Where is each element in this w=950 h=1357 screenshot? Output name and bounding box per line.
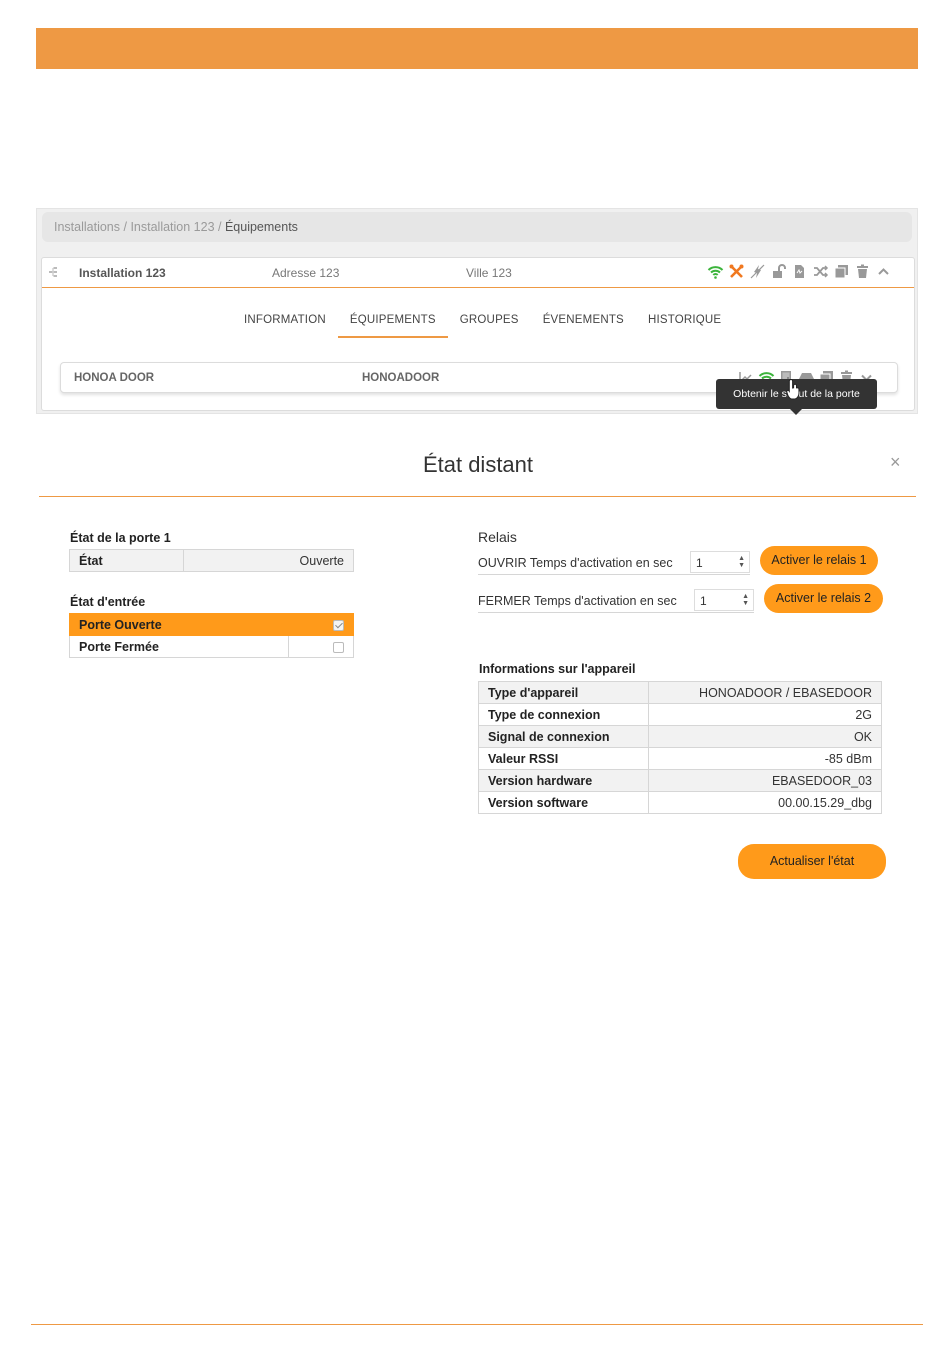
installation-panel: Installation 123 Adresse 123 Ville 123 I… (41, 257, 915, 415)
modal-title: État distant (422, 452, 534, 477)
tab-bar: INFORMATION ÉQUIPEMENTS GROUPES ÉVENEMEN… (232, 308, 733, 338)
activate-relay-2-button[interactable]: Activer le relais 2 (764, 584, 883, 613)
installation-header[interactable]: Installation 123 Adresse 123 Ville 123 (42, 258, 914, 288)
info-key: Version software (477, 791, 650, 814)
relay-close-value: 1 (700, 594, 707, 608)
relay-open-stepper[interactable]: 1 ▲ ▼ (690, 551, 750, 573)
relay-close-stepper[interactable]: 1 ▲ ▼ (694, 589, 754, 611)
info-key: Valeur RSSI (477, 747, 650, 770)
input-checkbox-open[interactable] (333, 619, 344, 631)
door-state-label: État de la porte 1 (70, 531, 171, 545)
tab-historique[interactable]: HISTORIQUE (636, 308, 733, 338)
chevron-up-icon[interactable] (875, 263, 892, 280)
footer-divider (31, 1324, 923, 1325)
refresh-state-button[interactable]: Actualiser l'état (738, 844, 886, 879)
relay-open-row: OUVRIR Temps d'activation en sec 1 ▲ ▼ (478, 551, 750, 575)
tree-icon (49, 267, 57, 277)
breadcrumb-current: Équipements (224, 220, 298, 234)
table-row: Porte Fermée (68, 635, 354, 658)
info-value: 00.00.15.29_dbg (648, 791, 882, 814)
info-value: OK (648, 725, 882, 748)
installation-city: Ville 123 (466, 266, 512, 280)
info-value: EBASEDOOR_03 (648, 769, 882, 792)
table-row: Version software 00.00.15.29_dbg (477, 791, 882, 814)
activate-relay-1-button[interactable]: Activer le relais 1 (760, 546, 878, 575)
trash-icon[interactable] (854, 263, 871, 280)
modal-divider (39, 496, 916, 497)
stepper-arrows-icon[interactable]: ▲ ▼ (738, 555, 745, 569)
breadcrumb-separator: / (214, 220, 225, 234)
breadcrumb-installations[interactable]: Installations (54, 220, 120, 234)
stepper-arrows-icon[interactable]: ▲ ▼ (742, 593, 749, 607)
input-state-label: État d'entrée (70, 595, 146, 609)
tab-information[interactable]: INFORMATION (232, 308, 338, 338)
device-info-label: Informations sur l'appareil (479, 662, 636, 676)
input-checkbox-closed-cell (288, 635, 354, 658)
unlock-icon[interactable] (770, 263, 787, 280)
copy-icon[interactable] (833, 263, 850, 280)
breadcrumb-separator: / (120, 220, 131, 234)
table-row: État Ouverte (68, 549, 354, 572)
door-state-key: État (68, 549, 185, 572)
device-name: HONOA DOOR (74, 372, 155, 384)
input-state-table: Porte Ouverte Porte Fermée (68, 613, 354, 658)
info-key: Signal de connexion (477, 725, 650, 748)
input-label-open: Porte Ouverte (68, 613, 290, 636)
info-key: Type d'appareil (477, 681, 650, 704)
table-row: Type de connexion 2G (477, 703, 882, 726)
breadcrumb-installation[interactable]: Installation 123 (130, 220, 214, 234)
relais-label: Relais (478, 529, 517, 545)
input-label-closed: Porte Fermée (68, 635, 290, 658)
relay-open-label: OUVRIR Temps d'activation en sec (478, 556, 673, 570)
document-icon[interactable] (791, 263, 808, 280)
plug-icon[interactable] (749, 263, 766, 280)
input-checkbox-closed[interactable] (333, 641, 344, 653)
close-icon[interactable]: × (890, 452, 901, 473)
door-state-value: Ouverte (183, 549, 354, 572)
tab-equipements[interactable]: ÉQUIPEMENTS (337, 308, 448, 338)
tools-icon[interactable] (728, 263, 745, 280)
shuffle-icon[interactable] (812, 263, 829, 280)
tab-evenements[interactable]: ÉVENEMENTS (531, 308, 636, 338)
table-row: Type d'appareil HONOADOOR / EBASEDOOR (477, 681, 882, 704)
installation-actions (707, 263, 892, 280)
table-row: Porte Ouverte (68, 613, 354, 636)
wifi-icon[interactable] (707, 263, 724, 280)
door-state-table: État Ouverte (68, 549, 354, 572)
info-value: 2G (648, 703, 882, 726)
tab-groupes[interactable]: GROUPES (448, 308, 531, 338)
relay-close-label: FERMER Temps d'activation en sec (478, 594, 677, 608)
table-row: Signal de connexion OK (477, 725, 882, 748)
info-value: -85 dBm (648, 747, 882, 770)
relay-close-row: FERMER Temps d'activation en sec 1 ▲ ▼ (478, 589, 754, 613)
hand-cursor-icon (786, 378, 800, 400)
info-key: Type de connexion (477, 703, 650, 726)
relay-open-value: 1 (696, 556, 703, 570)
installation-name: Installation 123 (79, 266, 166, 280)
device-info-table: Type d'appareil HONOADOOR / EBASEDOOR Typ… (477, 681, 882, 814)
info-value: HONOADOOR / EBASEDOOR (648, 681, 882, 704)
input-checkbox-open-cell (288, 613, 354, 636)
table-row: Valeur RSSI -85 dBm (477, 747, 882, 770)
table-row: Version hardware EBASEDOOR_03 (477, 769, 882, 792)
header-bar (36, 28, 918, 69)
info-key: Version hardware (477, 769, 650, 792)
breadcrumb: Installations / Installation 123 / Équip… (42, 212, 912, 242)
device-type: HONOADOOR (362, 372, 440, 384)
installation-address: Adresse 123 (272, 266, 340, 280)
